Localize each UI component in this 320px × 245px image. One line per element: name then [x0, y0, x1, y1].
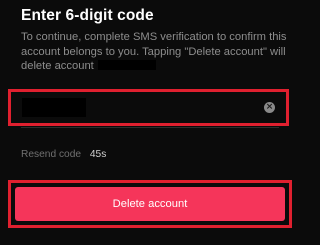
- code-input-highlight: ×: [8, 89, 289, 126]
- delete-account-button[interactable]: Delete account: [15, 187, 285, 221]
- page-title: Enter 6-digit code: [21, 7, 154, 24]
- resend-countdown: 45s: [89, 149, 107, 160]
- code-input-underline: [21, 127, 279, 128]
- redacted-account-name: [97, 60, 156, 70]
- delete-button-highlight: Delete account: [8, 180, 292, 228]
- resend-code-row: Resend code 45s: [21, 149, 106, 160]
- code-input-redacted-value[interactable]: [22, 98, 86, 117]
- verification-description: To continue, complete SMS verification t…: [21, 30, 289, 74]
- clear-circle-icon[interactable]: ×: [264, 102, 275, 113]
- resend-code-label: Resend code: [21, 149, 82, 160]
